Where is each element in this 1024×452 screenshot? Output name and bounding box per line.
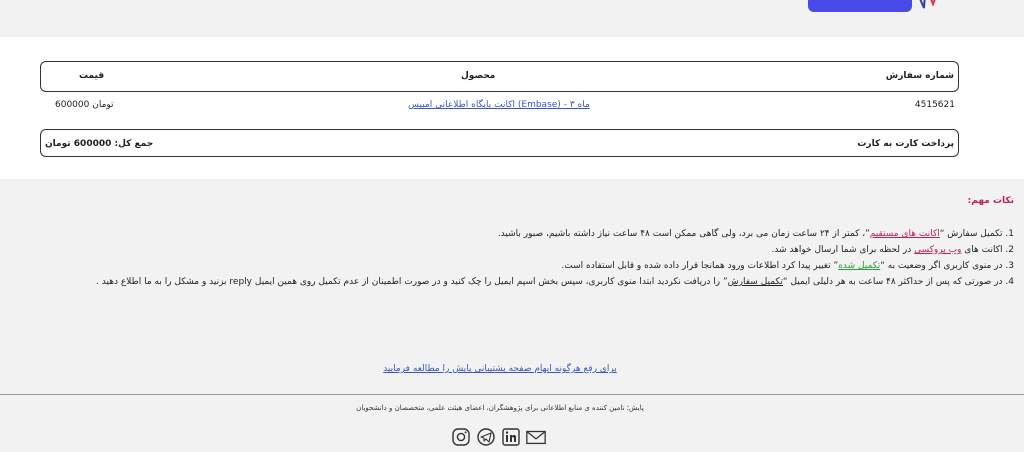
mail-icon[interactable] <box>525 426 547 448</box>
payment-method: پرداخت کارت به کارت <box>857 139 954 149</box>
instagram-icon[interactable] <box>450 426 472 448</box>
order-number: 4515621 <box>914 100 955 110</box>
important-notes: نکات مهم: 1. تکمیل سفارش “اکانت های مستق… <box>4 196 1014 290</box>
social-links <box>450 426 547 450</box>
web-proxy-link[interactable]: وب پروکسی <box>914 245 961 255</box>
table-row: 4515621 اکانت پایگاه اطلاعاتی امبیس (Emb… <box>40 98 959 114</box>
row-price: 600000 تومان <box>55 100 114 110</box>
note-item-2: 2. اکانت های وب پروکسی در لحظه برای شما … <box>771 245 1014 255</box>
footer-tagline: پایش؛ تامین کننده ی منابع اطلاعاتی برای … <box>356 404 644 412</box>
notes-title: نکات مهم: <box>967 196 1014 206</box>
table-header: شماره سفارش محصول قیمت <box>40 61 959 92</box>
direct-accounts-link[interactable]: اکانت های مستقیم <box>870 229 940 239</box>
order-card: شماره سفارش محصول قیمت 4515621 اکانت پای… <box>0 37 1024 179</box>
header-product: محصول <box>461 71 496 81</box>
order-total: جمع کل: 600000 تومان <box>45 139 154 149</box>
logo-fragment-icon <box>919 0 936 9</box>
total-row: پرداخت کارت به کارت جمع کل: 600000 تومان <box>40 129 959 157</box>
completed-status-link[interactable]: تکمیل شده <box>838 261 880 271</box>
support-page-link[interactable]: برای رفع هرگونه ابهام صفحه پشتیبانی پایش… <box>383 364 617 374</box>
note-item-1: 1. تکمیل سفارش “اکانت های مستقیم”، کمتر … <box>497 229 1014 239</box>
support-page-notice: برای رفع هرگونه ابهام صفحه پشتیبانی پایش… <box>0 364 1000 374</box>
footer-divider <box>0 394 1024 395</box>
order-complete-email-link[interactable]: تکمیل سفارش <box>728 277 783 287</box>
note-item-3: 3. در منوی کاربری اگر وضعیت به “تکمیل شد… <box>561 261 1014 271</box>
linkedin-icon[interactable] <box>500 426 522 448</box>
header-price: قیمت <box>79 71 105 81</box>
header-order-number: شماره سفارش <box>885 71 954 81</box>
note-item-4: 4. در صورتی که پس از حداکثر ۴۸ ساعت به ه… <box>96 277 1014 287</box>
telegram-icon[interactable] <box>475 426 497 448</box>
product-link[interactable]: اکانت پایگاه اطلاعاتی امبیس (Embase) - ۳… <box>408 100 590 110</box>
top-action-button[interactable] <box>808 0 912 12</box>
